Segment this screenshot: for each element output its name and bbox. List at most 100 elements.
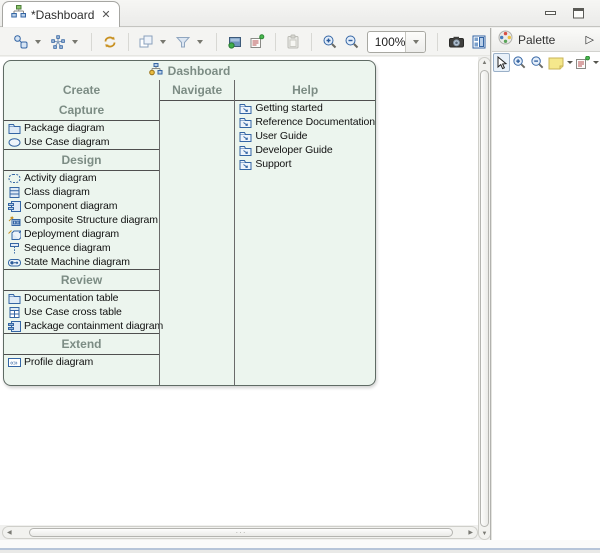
item-deployment-diagram[interactable]: Deployment diagram: [4, 227, 159, 241]
note-tool-dropdown-icon[interactable]: [567, 61, 573, 64]
help-item-reference-documentation[interactable]: Reference Documentation: [235, 115, 375, 129]
toolbar-separator: [216, 33, 217, 51]
copy-appearance-dropdown-icon[interactable]: [160, 40, 166, 44]
extend-header: Extend: [4, 334, 159, 354]
toolbar-separator: [91, 33, 92, 51]
select-tool-icon[interactable]: [493, 53, 510, 72]
application-window: *Dashboard ✕: [0, 0, 600, 553]
help-topic-icon: [238, 130, 252, 142]
dashboard-tab-icon: [11, 5, 26, 24]
toolbar-separator: [437, 33, 438, 51]
sequence-diagram-icon: [7, 242, 21, 254]
filter-dropdown-icon[interactable]: [197, 40, 203, 44]
help-item-developer-guide[interactable]: Developer Guide: [235, 143, 375, 157]
vertical-scrollbar-thumb[interactable]: [480, 70, 489, 527]
diagram-toolbar: 100%: [0, 28, 490, 56]
item-documentation-table[interactable]: Documentation table: [4, 291, 159, 305]
arrange-icon[interactable]: [47, 31, 69, 53]
scrollbar-grip: ···: [236, 530, 247, 536]
zoom-in-icon[interactable]: [319, 31, 341, 53]
capture-header: Capture: [4, 100, 159, 120]
item-profile-diagram[interactable]: «» Profile diagram: [4, 355, 159, 369]
svg-text:«»: «»: [10, 360, 18, 367]
item-package-diagram[interactable]: Package diagram: [4, 121, 159, 135]
profile-diagram-icon: «»: [7, 356, 21, 368]
overview-icon[interactable]: [224, 31, 246, 53]
package-diagram-icon: [7, 122, 21, 134]
composite-structure-diagram-icon: [7, 214, 21, 226]
note-attachment-dropdown-icon[interactable]: [593, 61, 599, 64]
copy-appearance-icon[interactable]: [135, 31, 157, 53]
item-package-containment-diagram[interactable]: Package containment diagram: [4, 319, 159, 333]
filter-icon[interactable]: [172, 31, 194, 53]
synchronize-icon[interactable]: [99, 31, 121, 53]
item-use-case-cross-table[interactable]: Use Case cross table: [4, 305, 159, 319]
zoom-combo-dropdown-icon[interactable]: [405, 32, 425, 52]
new-diagram-dropdown-icon[interactable]: [35, 40, 41, 44]
paste-icon: [282, 31, 304, 53]
create-column: Create Capture Package diagram Use Case: [4, 80, 159, 385]
help-item-getting-started[interactable]: Getting started: [235, 101, 375, 115]
navigate-header: Navigate: [160, 80, 234, 100]
activity-diagram-icon: [7, 172, 21, 184]
help-header: Help: [235, 80, 375, 100]
horizontal-scrollbar-thumb[interactable]: ···: [29, 528, 453, 537]
state-machine-diagram-icon: [7, 256, 21, 268]
help-column: Help Getting started Reference Documenta…: [234, 80, 375, 385]
tab-close-icon[interactable]: ✕: [101, 8, 110, 21]
item-use-case-diagram[interactable]: Use Case diagram: [4, 135, 159, 149]
palette-icon: [498, 30, 513, 50]
help-topic-icon: [238, 158, 252, 170]
note-attachment-tool-icon[interactable]: [574, 53, 591, 72]
dashboard-title-text: Dashboard: [168, 64, 231, 78]
help-item-support[interactable]: Support: [235, 157, 375, 171]
help-item-user-guide[interactable]: User Guide: [235, 129, 375, 143]
status-strip: [0, 540, 600, 553]
zoom-out-icon[interactable]: [341, 31, 363, 53]
scroll-down-icon[interactable]: ▼: [479, 531, 490, 537]
diagram-canvas[interactable]: Dashboard Create Capture Package diagram: [0, 57, 478, 525]
maximize-view-icon[interactable]: [570, 5, 588, 21]
grid-layout-icon[interactable]: [468, 31, 490, 53]
documentation-table-icon: [7, 292, 21, 304]
dashboard-panel-title: Dashboard: [4, 61, 375, 80]
review-header: Review: [4, 270, 159, 290]
dashboard-panel: Dashboard Create Capture Package diagram: [3, 60, 376, 386]
item-sequence-diagram[interactable]: Sequence diagram: [4, 241, 159, 255]
item-state-machine-diagram[interactable]: State Machine diagram: [4, 255, 159, 269]
item-class-diagram[interactable]: Class diagram: [4, 185, 159, 199]
palette-toolbar: [492, 52, 600, 73]
snapshot-icon[interactable]: [445, 31, 468, 53]
scroll-left-icon[interactable]: ◀: [7, 528, 12, 538]
toolbar-separator: [275, 33, 276, 51]
scroll-up-icon[interactable]: ▲: [479, 60, 490, 66]
tab-dashboard[interactable]: *Dashboard ✕: [2, 1, 120, 27]
palette-header[interactable]: Palette ▷: [492, 28, 600, 52]
arrange-dropdown-icon[interactable]: [72, 40, 78, 44]
item-component-diagram[interactable]: Component diagram: [4, 199, 159, 213]
toolbar-separator: [128, 33, 129, 51]
item-composite-structure-diagram[interactable]: Composite Structure diagram: [4, 213, 159, 227]
palette-zoom-out-icon[interactable]: [529, 53, 546, 72]
horizontal-scrollbar[interactable]: ◀ ··· ▶: [2, 526, 478, 539]
scroll-right-icon[interactable]: ▶: [468, 528, 473, 538]
attach-note-icon[interactable]: [246, 31, 268, 53]
create-header: Create: [4, 80, 159, 100]
palette-title: Palette: [518, 33, 581, 47]
dashboard-title-icon: [149, 63, 163, 79]
use-case-cross-table-icon: [7, 306, 21, 318]
use-case-diagram-icon: [7, 136, 21, 148]
palette-pin-icon[interactable]: ▷: [586, 33, 594, 46]
editor-tab-bar: *Dashboard ✕: [0, 0, 600, 27]
minimize-view-icon[interactable]: [542, 5, 560, 21]
package-containment-diagram-icon: [7, 320, 21, 332]
component-diagram-icon: [7, 200, 21, 212]
palette-panel: Palette ▷: [492, 28, 600, 540]
class-diagram-icon: [7, 186, 21, 198]
item-activity-diagram[interactable]: Activity diagram: [4, 171, 159, 185]
help-topic-icon: [238, 116, 252, 128]
zoom-level-combo[interactable]: 100%: [367, 31, 427, 53]
new-diagram-icon[interactable]: [10, 31, 32, 53]
palette-zoom-in-icon[interactable]: [511, 53, 528, 72]
note-tool-icon[interactable]: [547, 53, 565, 72]
